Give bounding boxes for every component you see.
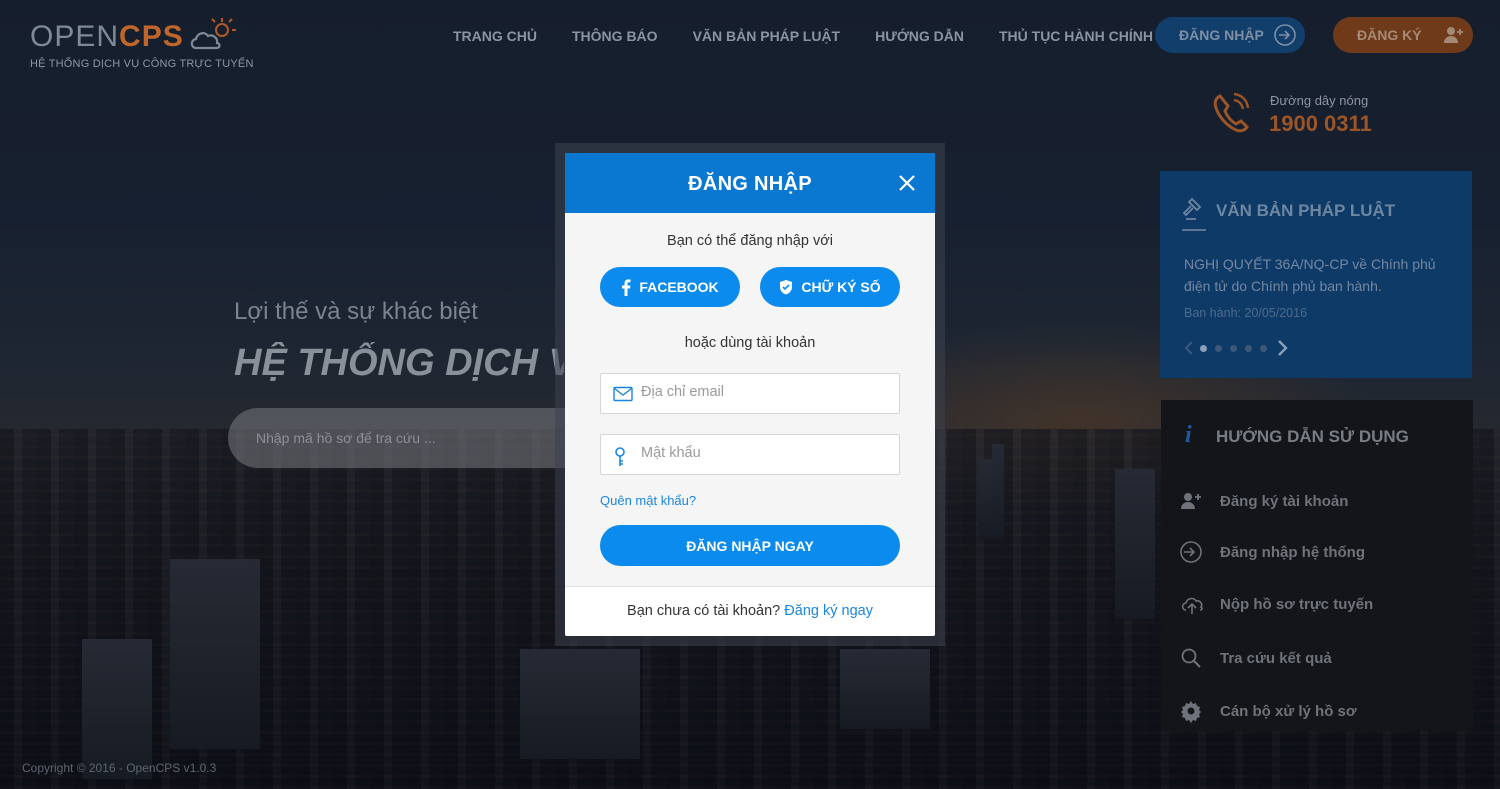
email-field bbox=[600, 373, 900, 414]
user-plus-icon bbox=[1444, 27, 1463, 43]
carousel-dot[interactable] bbox=[1245, 344, 1252, 352]
carousel-dot[interactable] bbox=[1215, 344, 1222, 352]
chevron-right-icon[interactable] bbox=[1275, 339, 1289, 357]
carousel-dot[interactable] bbox=[1260, 344, 1267, 352]
password-field bbox=[600, 434, 900, 475]
no-account-text: Bạn chưa có tài khoản? Đăng ký ngay bbox=[565, 603, 935, 619]
legal-document-date: Ban hành: 20/05/2016 bbox=[1184, 306, 1308, 320]
hotline-label: Đường dây nóng bbox=[1270, 93, 1369, 108]
header-login-label: ĐĂNG NHẬP bbox=[1179, 27, 1264, 43]
guide-panel-title: HƯỚNG DẪN SỬ DỤNG bbox=[1216, 427, 1409, 446]
digital-signature-login-button[interactable]: CHỮ KÝ SỐ bbox=[760, 267, 900, 307]
legal-documents-panel: VĂN BẢN PHÁP LUẬT NGHỊ QUYẾT 36A/NQ-CP v… bbox=[1160, 171, 1472, 378]
nav-item-legal-documents[interactable]: VĂN BẢN PHÁP LUẬT bbox=[693, 28, 841, 44]
nav-item-announcements[interactable]: THÔNG BÁO bbox=[572, 28, 658, 44]
guide-item-label: Đăng nhập hệ thống bbox=[1220, 544, 1365, 561]
guide-item-label: Nộp hồ sơ trực tuyến bbox=[1220, 596, 1374, 613]
facebook-login-button[interactable]: FACEBOOK bbox=[600, 267, 740, 307]
login-icon bbox=[1180, 541, 1202, 563]
legal-carousel-controls bbox=[1182, 339, 1289, 357]
chevron-left-icon[interactable] bbox=[1182, 340, 1196, 356]
envelope-icon bbox=[613, 386, 633, 402]
key-icon bbox=[615, 447, 625, 466]
cloud-sun-icon bbox=[190, 18, 236, 50]
forgot-password-link[interactable]: Quên mật khẩu? bbox=[600, 493, 696, 508]
hero-subtitle: Lợi thế và sự khác biệt bbox=[234, 298, 478, 325]
nav-item-guide[interactable]: HƯỚNG DẪN bbox=[875, 28, 964, 44]
modal-header: ĐĂNG NHẬP bbox=[565, 153, 935, 213]
hotline: Đường dây nóng 1900 0311 bbox=[1212, 92, 1372, 139]
search-icon bbox=[1181, 648, 1201, 668]
modal-title: ĐĂNG NHẬP bbox=[688, 173, 812, 195]
cloud-upload-icon bbox=[1181, 597, 1203, 614]
logo[interactable]: OPENCPS HỆ THỐNG DỊCH VỤ CÔNG TRỰC TUYẾN bbox=[30, 18, 254, 70]
hotline-number[interactable]: 1900 0311 bbox=[1269, 111, 1372, 137]
guide-item-submit-online[interactable]: Nộp hồ sơ trực tuyến bbox=[1161, 584, 1473, 624]
or-account-text: hoặc dùng tài khoản bbox=[684, 335, 816, 351]
guide-item-lookup[interactable]: Tra cứu kết quả bbox=[1161, 638, 1473, 678]
nav-item-procedures[interactable]: THỦ TỤC HÀNH CHÍNH bbox=[999, 28, 1153, 44]
guide-item-login[interactable]: Đăng nhập hệ thống bbox=[1161, 532, 1473, 572]
no-account-label: Bạn chưa có tài khoản? bbox=[627, 603, 781, 619]
user-guide-panel: i HƯỚNG DẪN SỬ DỤNG Đăng ký tài khoản Đă… bbox=[1161, 400, 1473, 731]
header-register-label: ĐĂNG KÝ bbox=[1357, 27, 1422, 43]
modal-footer: Bạn chưa có tài khoản? Đăng ký ngay bbox=[565, 586, 935, 636]
header-login-button[interactable]: ĐĂNG NHẬP bbox=[1155, 17, 1305, 53]
facebook-login-label: FACEBOOK bbox=[639, 279, 719, 295]
user-plus-icon bbox=[1181, 493, 1201, 509]
register-now-link[interactable]: Đăng ký ngay bbox=[784, 603, 873, 619]
logo-tagline: HỆ THỐNG DỊCH VỤ CÔNG TRỰC TUYẾN bbox=[30, 58, 254, 70]
shield-check-icon bbox=[780, 280, 793, 295]
guide-item-label: Cán bộ xử lý hồ sơ bbox=[1220, 703, 1357, 720]
copyright-text: Copyright © 2016 - OpenCPS v1.0.3 bbox=[22, 761, 217, 775]
guide-item-label: Tra cứu kết quả bbox=[1220, 650, 1332, 667]
guide-item-officer[interactable]: Cán bộ xử lý hồ sơ bbox=[1161, 691, 1473, 731]
header-register-button[interactable]: ĐĂNG KÝ bbox=[1333, 17, 1473, 53]
guide-item-register[interactable]: Đăng ký tài khoản bbox=[1161, 481, 1473, 521]
login-options-intro: Bạn có thể đăng nhập với bbox=[667, 233, 833, 249]
hero-title: HỆ THỐNG DỊCH VỤ CÔNG TRỰC TUYẾN bbox=[234, 342, 564, 384]
login-arrow-icon bbox=[1274, 24, 1296, 46]
carousel-dot[interactable] bbox=[1200, 344, 1207, 352]
login-submit-button[interactable]: ĐĂNG NHẬP NGAY bbox=[600, 525, 900, 566]
password-input[interactable] bbox=[641, 445, 891, 461]
email-input[interactable] bbox=[641, 384, 891, 400]
carousel-dot[interactable] bbox=[1230, 344, 1237, 352]
info-icon: i bbox=[1185, 422, 1192, 448]
main-nav: TRANG CHỦ THÔNG BÁO VĂN BẢN PHÁP LUẬT HƯ… bbox=[453, 28, 1188, 44]
legal-title-underline bbox=[1182, 229, 1206, 231]
login-modal: ĐĂNG NHẬP Bạn có thể đăng nhập với FACEB… bbox=[565, 153, 935, 636]
gavel-icon bbox=[1182, 197, 1202, 220]
facebook-icon bbox=[622, 278, 631, 296]
phone-icon bbox=[1213, 92, 1250, 133]
gear-icon bbox=[1181, 701, 1201, 723]
tracking-search-input[interactable] bbox=[256, 430, 556, 446]
tracking-search-box bbox=[228, 408, 568, 468]
digital-signature-label: CHỮ KÝ SỐ bbox=[801, 279, 881, 295]
close-icon[interactable] bbox=[897, 173, 917, 193]
nav-item-home[interactable]: TRANG CHỦ bbox=[453, 28, 537, 44]
legal-document-link[interactable]: NGHỊ QUYẾT 36A/NQ-CP về Chính phủ điện t… bbox=[1184, 253, 1454, 297]
guide-item-label: Đăng ký tài khoản bbox=[1220, 493, 1349, 510]
legal-panel-title: VĂN BẢN PHÁP LUẬT bbox=[1216, 201, 1396, 220]
